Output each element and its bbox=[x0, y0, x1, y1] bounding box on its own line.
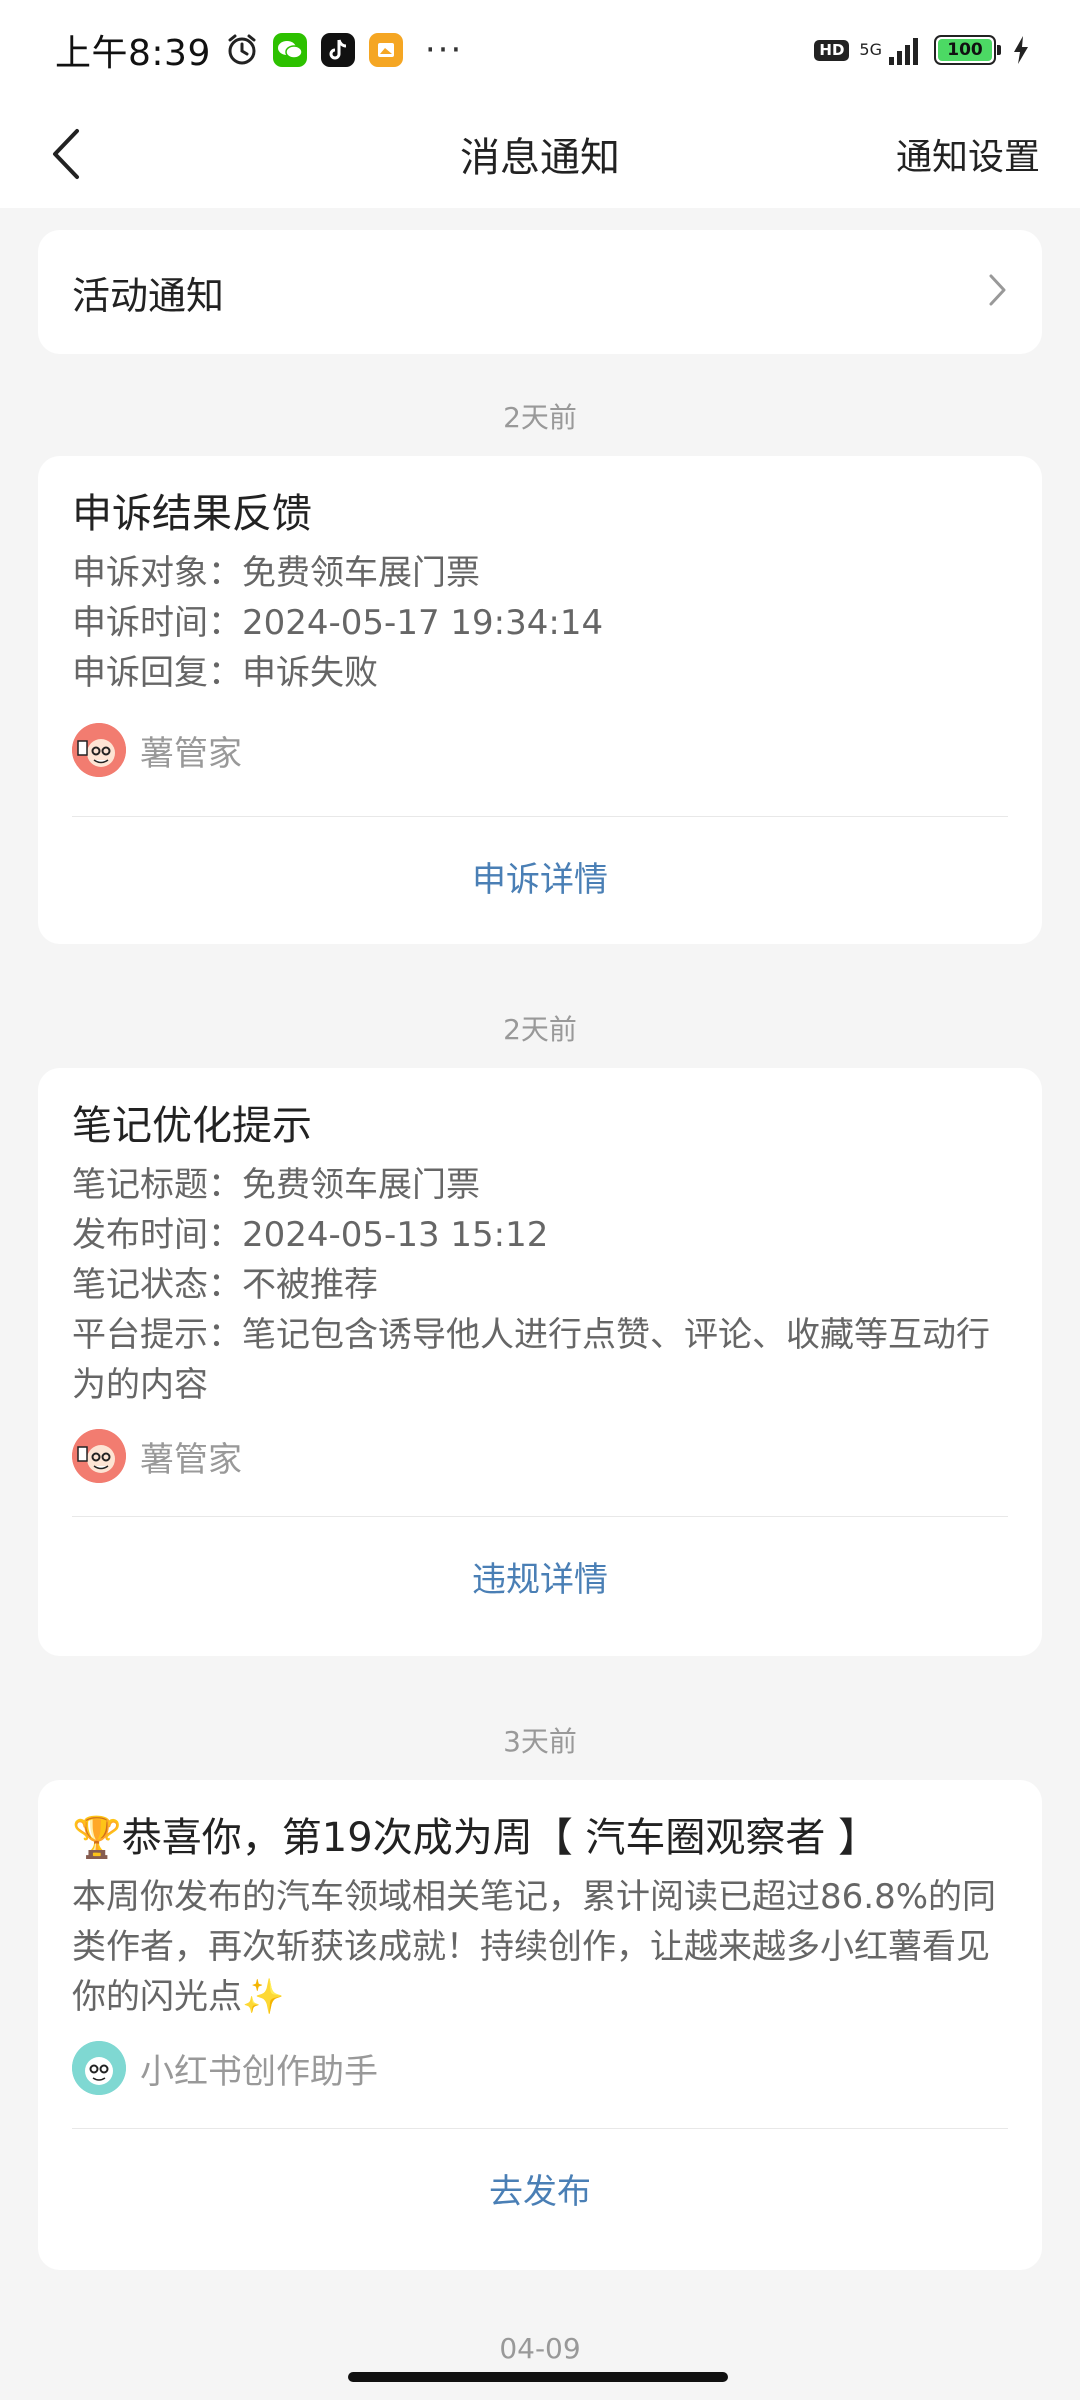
signal-icon bbox=[888, 35, 924, 65]
charging-icon bbox=[1012, 35, 1030, 65]
notification-title: 笔记优化提示 bbox=[72, 1103, 312, 1149]
status-bar: 上午8:39 ··· HD 5G 100 bbox=[0, 0, 1080, 100]
sender: 薯管家 bbox=[72, 720, 1008, 780]
page-title: 消息通知 bbox=[460, 135, 620, 181]
nav-bar: 消息通知 通知设置 bbox=[0, 100, 1080, 208]
detail-line: 笔记状态：不被推荐 bbox=[72, 1265, 378, 1305]
timestamp: 3天前 bbox=[503, 1725, 577, 1758]
detail-line: 平台提示：笔记包含诱导他人进行点赞、评论、收藏等互动行为的内容 bbox=[72, 1315, 990, 1405]
wechat-icon bbox=[272, 33, 307, 67]
back-arrow-icon bbox=[53, 129, 79, 179]
notification-title: 申诉结果反馈 bbox=[72, 491, 312, 537]
avatar bbox=[72, 2041, 126, 2095]
gallery-icon bbox=[368, 33, 403, 67]
status-time: 上午8:39 bbox=[55, 33, 211, 74]
timestamp: 04-09 bbox=[499, 2332, 581, 2364]
notification-card: 申诉结果反馈 申诉对象：免费领车展门票 申诉时间：2024-05-17 19:3… bbox=[38, 456, 1042, 944]
go-publish-button[interactable]: 去发布 bbox=[72, 2129, 1008, 2255]
sender-name: 小红书创作助手 bbox=[140, 2051, 378, 2092]
notification-body: 本周你发布的汽车领域相关笔记，累计阅读已超过86.8%的同类作者，再次斩获该成就… bbox=[72, 1877, 997, 2017]
avatar bbox=[72, 1429, 126, 1483]
more-notifications-icon: ··· bbox=[424, 30, 464, 70]
network-type: 5G bbox=[859, 40, 882, 59]
notification-card: 🏆恭喜你，第19次成为周【 汽车圈观察者 】 本周你发布的汽车领域相关笔记，累计… bbox=[38, 1780, 1042, 2270]
notification-title: 🏆恭喜你，第19次成为周【 汽车圈观察者 】 bbox=[72, 1815, 879, 1861]
sender: 小红书创作助手 bbox=[72, 2038, 1008, 2098]
chevron-right-icon bbox=[988, 273, 1008, 311]
status-right: HD 5G 100 bbox=[814, 35, 1030, 65]
avatar bbox=[72, 723, 126, 777]
sender-name: 薯管家 bbox=[140, 1439, 242, 1480]
hd-badge: HD bbox=[814, 39, 850, 61]
notification-settings-button[interactable]: 通知设置 bbox=[896, 128, 1040, 180]
battery-icon: 100 bbox=[934, 35, 1001, 65]
back-button[interactable] bbox=[36, 120, 96, 188]
sender: 薯管家 bbox=[72, 1426, 1008, 1486]
detail-line: 发布时间：2024-05-13 15:12 bbox=[72, 1215, 549, 1255]
notification-card: 笔记优化提示 笔记标题：免费领车展门票 发布时间：2024-05-13 15:1… bbox=[38, 1068, 1042, 1656]
tiktok-icon bbox=[320, 33, 355, 67]
detail-line: 申诉对象：免费领车展门票 bbox=[72, 553, 480, 593]
battery-level: 100 bbox=[938, 39, 992, 61]
detail-line: 笔记标题：免费领车展门票 bbox=[72, 1165, 480, 1205]
detail-line: 申诉时间：2024-05-17 19:34:14 bbox=[72, 603, 604, 643]
timestamp: 2天前 bbox=[503, 401, 577, 434]
timestamp: 2天前 bbox=[503, 1013, 577, 1046]
violation-details-button[interactable]: 违规详情 bbox=[72, 1517, 1008, 1643]
detail-line: 申诉回复：申诉失败 bbox=[72, 653, 378, 693]
sender-name: 薯管家 bbox=[140, 733, 242, 774]
activity-notification-row[interactable]: 活动通知 bbox=[38, 230, 1042, 354]
activity-label: 活动通知 bbox=[72, 273, 225, 318]
alarm-icon bbox=[225, 33, 259, 67]
home-indicator[interactable] bbox=[348, 2372, 728, 2382]
appeal-details-button[interactable]: 申诉详情 bbox=[72, 817, 1008, 943]
